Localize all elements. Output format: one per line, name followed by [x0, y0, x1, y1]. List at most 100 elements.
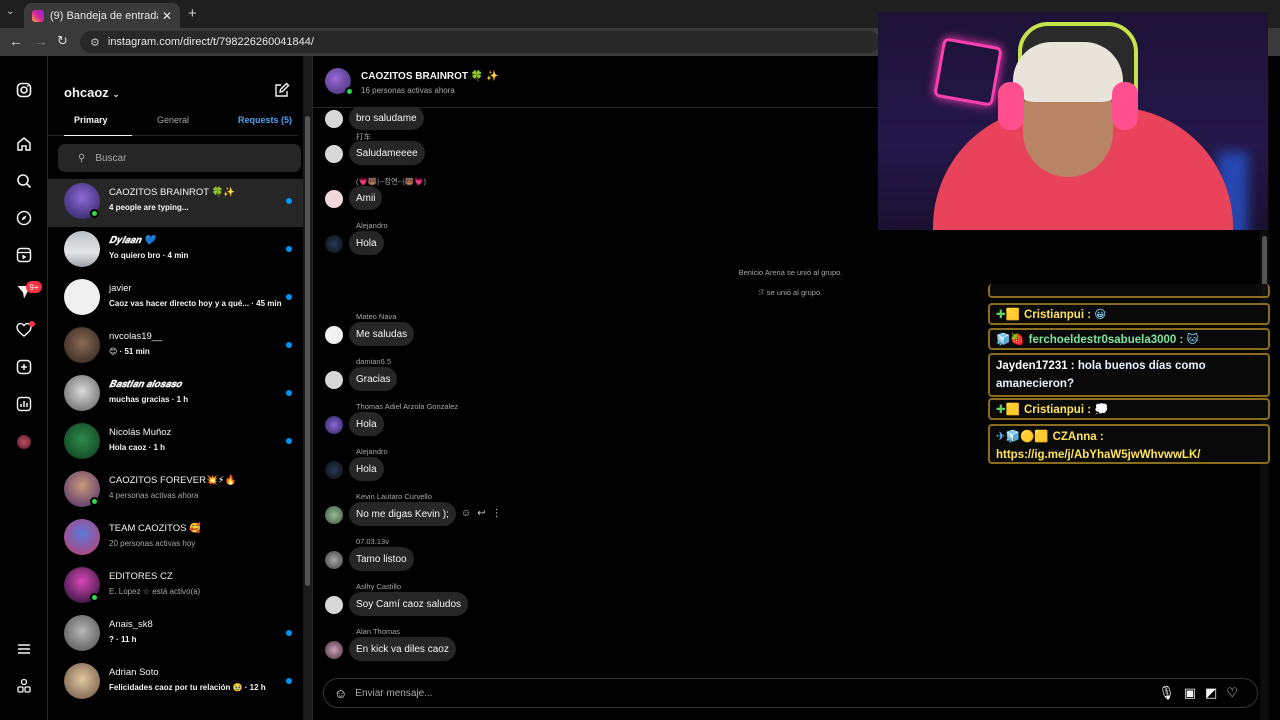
more-menu-icon[interactable]: [14, 639, 34, 659]
home-icon[interactable]: [14, 134, 34, 154]
conversation-item[interactable]: 𝑫𝒚𝒍𝒂𝒂𝒏 💙 Yo quiero bro · 4 min: [48, 227, 303, 275]
instagram-logo-icon[interactable]: [14, 80, 34, 100]
conversation-item[interactable]: TEAM CAOZITOS 🥰 20 personas activas hoy: [48, 515, 303, 563]
explore-icon[interactable]: [14, 208, 34, 228]
search-icon[interactable]: [14, 171, 34, 191]
sticker-icon[interactable]: ◩: [1205, 685, 1226, 700]
conversation-preview: 20 personas activas hoy: [109, 539, 196, 548]
url-text: instagram.com/direct/t/798226260041844/: [107, 36, 314, 48]
inbox-scrollbar[interactable]: [303, 56, 312, 720]
more-options-icon[interactable]: ⋮: [492, 508, 508, 519]
conversation-item[interactable]: nvcolas19__ 😊 · 51 min: [48, 323, 303, 371]
message: damian6.5 Gracias: [313, 357, 913, 401]
chat-text: 😀: [1094, 309, 1107, 321]
conversation-name: CAOZITOS BRAINROT 🍀✨: [109, 187, 236, 198]
conversation-item[interactable]: javier Caoz vas hacer directo hoy y a qu…: [48, 275, 303, 323]
message-bubble[interactable]: bro saludame: [349, 108, 424, 130]
conversation-item[interactable]: Adrian Soto Felicidades caoz por tu rela…: [48, 659, 303, 707]
scrollbar-thumb[interactable]: [305, 116, 310, 586]
chat-text: 💭: [1094, 404, 1109, 416]
message: 打车 Saludameeee: [313, 131, 913, 175]
message: Thomas Adiel Arzola Gonzalez Hola: [313, 402, 913, 446]
account-switcher[interactable]: ohcaoz ⌄: [64, 85, 120, 100]
message: 07.03.13v Tamo listoo: [313, 537, 913, 581]
sender-avatar: [325, 326, 343, 344]
new-tab-button[interactable]: +: [188, 5, 197, 22]
microphone-icon[interactable]: 🎙: [1158, 685, 1184, 700]
browser-tab[interactable]: (9) Bandeja de entrada • Direct ✕: [24, 3, 180, 28]
conversation-item[interactable]: CAOZITOS FOREVER💥⚡🔥 4 personas activas a…: [48, 467, 303, 515]
conversation-preview: 😊 · 51 min: [109, 347, 150, 356]
chat-username: Cristianpui :: [1023, 404, 1092, 416]
avatar: [64, 423, 100, 459]
chat-username: ferchoeldestr0sabuela3000 :: [1028, 334, 1184, 346]
conversation-name: Adrian Soto: [109, 667, 159, 678]
message-bubble[interactable]: Me saludas: [349, 322, 415, 346]
sender-name: Alejandro: [356, 221, 388, 230]
account-username: ohcaoz: [64, 85, 109, 100]
message-bubble[interactable]: Hola: [349, 412, 384, 436]
sender-name: 07.03.13v: [356, 537, 389, 546]
tab-search-icon[interactable]: ⌄: [6, 6, 14, 17]
compose-icon[interactable]: [274, 82, 290, 103]
conversation-name: Anais_sk8: [109, 619, 153, 630]
message-bubble[interactable]: Soy Camí caoz saludos: [349, 592, 469, 616]
unread-dot: [286, 198, 292, 204]
dashboard-icon[interactable]: [14, 394, 34, 414]
emoji-picker-icon[interactable]: ☺: [334, 686, 347, 701]
composer-actions: 🎙▣◩♡: [1158, 685, 1247, 701]
back-icon[interactable]: ←: [9, 33, 23, 49]
message-bubble[interactable]: Amii: [349, 186, 383, 210]
sender-avatar: [325, 190, 343, 208]
tab-requests[interactable]: Requests (5): [238, 115, 292, 125]
conversation-item[interactable]: EDITORES CZ E. Lopez ☆ está activo(a): [48, 563, 303, 611]
message-bubble[interactable]: Hola: [349, 457, 384, 481]
unread-dot: [286, 438, 292, 444]
group-status: 16 personas activas ahora: [361, 86, 455, 95]
message-bubble[interactable]: Saludameeee: [349, 141, 425, 165]
message-input[interactable]: ☺ Enviar mensaje... 🎙▣◩♡: [323, 678, 1258, 708]
tab-primary[interactable]: Primary: [74, 115, 108, 125]
like-heart-icon[interactable]: ♡: [1226, 685, 1247, 700]
profile-avatar[interactable]: [14, 432, 34, 452]
conversation-preview: Yo quiero bro · 4 min: [109, 251, 189, 260]
tab-general[interactable]: General: [157, 115, 189, 125]
message-bubble[interactable]: Hola: [349, 231, 384, 255]
conversation-item[interactable]: CAOZITOS BRAINROT 🍀✨ 4 people are typing…: [48, 179, 303, 227]
react-emoji-icon[interactable]: ☺: [461, 508, 477, 519]
sender-name: Alejandro: [356, 447, 388, 456]
unread-dot: [286, 678, 292, 684]
url-field[interactable]: ⚙ instagram.com/direct/t/798226260041844…: [80, 31, 880, 53]
conversation-preview: 4 personas activas ahora: [109, 491, 199, 500]
also-from-meta-icon[interactable]: [14, 676, 34, 696]
conversation-item[interactable]: Anais_sk8 ? · 11 h: [48, 611, 303, 659]
search-input[interactable]: ⚲ Buscar: [58, 144, 301, 172]
message-actions: ☺↩⋮: [461, 508, 508, 519]
unread-dot: [286, 246, 292, 252]
message-bubble[interactable]: Tamo listoo: [349, 547, 414, 571]
conversation-preview: 4 people are typing...: [109, 203, 189, 212]
messages-badge: 9+: [26, 281, 42, 293]
sender-name: Mateo Nava: [356, 312, 397, 321]
image-upload-icon[interactable]: ▣: [1184, 685, 1205, 700]
message-bubble[interactable]: No me digas Kevin );: [349, 502, 456, 526]
group-name: CAOZITOS BRAINROT 🍀 ✨: [361, 71, 499, 82]
reload-icon[interactable]: ↻: [57, 33, 68, 49]
message-bubble[interactable]: Gracias: [349, 367, 398, 391]
conversation-item[interactable]: Nicolás Muñoz Hola caoz · 1 h: [48, 419, 303, 467]
inbox-tabs: Primary General Requests (5): [48, 114, 298, 136]
chat-text: https://ig.me/j/AbYhaW5jwWhvwwLK/: [996, 449, 1201, 461]
create-icon[interactable]: [14, 357, 34, 377]
reply-icon[interactable]: ↩: [477, 508, 491, 519]
badge-icons: ✈🧊🟡🟨: [996, 431, 1049, 443]
sender-name: Aslhy Castillo: [356, 582, 402, 591]
close-tab-icon[interactable]: ✕: [162, 9, 172, 23]
site-info-icon[interactable]: ⚙: [90, 36, 100, 49]
conversation-item[interactable]: 𝑩𝒂𝒔𝒕𝒊𝒂𝒏 𝒂𝒍𝒐𝒔𝒂𝒔𝒐 muchas gracias · 1 h: [48, 371, 303, 419]
message-bubble[interactable]: En kick va diles caoz: [349, 637, 456, 661]
reels-icon[interactable]: [14, 245, 34, 265]
forward-icon[interactable]: →: [34, 33, 48, 49]
sender-avatar: [325, 551, 343, 569]
avatar: [64, 327, 100, 363]
avatar: [64, 231, 100, 267]
